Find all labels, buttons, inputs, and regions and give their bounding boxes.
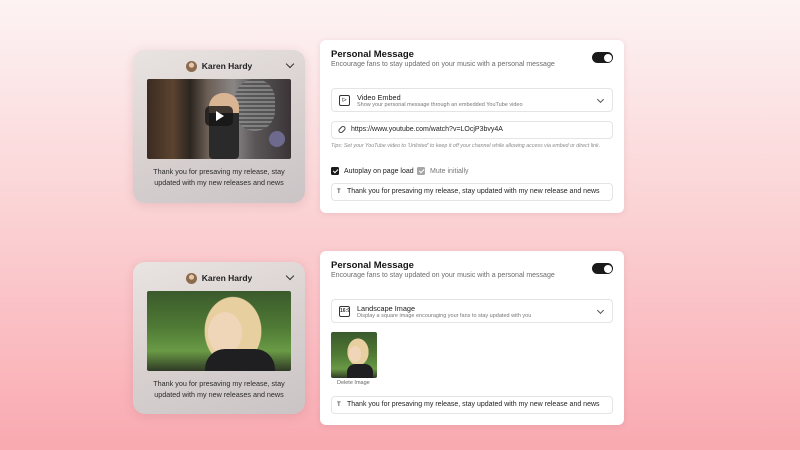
mute-label: Mute initially — [430, 167, 469, 175]
channel-badge — [269, 131, 285, 147]
chevron-down-icon — [596, 95, 605, 104]
media-type-select[interactable]: 16:9 Landscape Image Display a square im… — [331, 299, 613, 323]
video-player[interactable] — [147, 79, 291, 159]
text-icon: T — [337, 189, 341, 195]
select-title: Video Embed — [357, 93, 401, 102]
personal-message-toggle[interactable] — [592, 52, 613, 63]
link-icon — [337, 124, 347, 135]
message-input[interactable]: T Thank you for presaving my release, st… — [331, 183, 613, 201]
play-icon[interactable] — [205, 106, 233, 126]
chevron-down-icon — [596, 306, 605, 315]
checkbox-checked-icon[interactable] — [417, 167, 425, 175]
photo-subject — [347, 364, 373, 378]
personal-message-card-image: Personal Message Encourage fans to stay … — [320, 251, 624, 425]
preview-caption: Thank you for presaving my release, stay… — [153, 379, 285, 399]
landscape-image-icon: 16:9 — [339, 306, 350, 317]
preview-card-image: Karen Hardy Thank you for presaving my r… — [133, 262, 305, 414]
landscape-photo — [147, 291, 291, 371]
media-type-select[interactable]: ▷ Video Embed Show your personal message… — [331, 88, 613, 112]
personal-message-card-video: Personal Message Encourage fans to stay … — [320, 40, 624, 213]
video-embed-icon: ▷ — [339, 95, 350, 106]
text-icon: T — [337, 402, 341, 408]
preview-card-video: Karen Hardy Thank you for presaving my r… — [133, 50, 305, 203]
card-subtitle: Encourage fans to stay updated on your m… — [331, 272, 555, 279]
chevron-down-icon[interactable] — [285, 59, 295, 69]
message-value: Thank you for presaving my release, stay… — [347, 188, 600, 195]
chevron-down-icon[interactable] — [285, 271, 295, 281]
artist-name: Karen Hardy — [201, 61, 253, 71]
select-description: Show your personal message through an em… — [357, 102, 523, 108]
avatar — [185, 272, 197, 284]
message-value: Thank you for presaving my release, stay… — [347, 401, 600, 408]
youtube-url-input[interactable]: https://www.youtube.com/watch?v=LOcjP3bv… — [331, 121, 613, 139]
artist-name: Karen Hardy — [201, 273, 253, 283]
preview-header: Karen Hardy — [133, 59, 305, 73]
card-title: Personal Message — [331, 49, 414, 60]
preview-caption: Thank you for presaving my release, stay… — [153, 167, 285, 187]
autoplay-checkbox[interactable]: Autoplay on page load — [331, 167, 414, 175]
personal-message-toggle[interactable] — [592, 263, 613, 274]
image-thumbnail[interactable] — [331, 332, 377, 378]
delete-image-button[interactable]: Delete Image — [337, 380, 370, 386]
photo-subject — [205, 349, 275, 371]
mute-checkbox[interactable]: Mute initially — [417, 167, 469, 175]
person-image — [209, 93, 239, 159]
autoplay-label: Autoplay on page load — [344, 167, 414, 175]
message-input[interactable]: T Thank you for presaving my release, st… — [331, 396, 613, 414]
card-subtitle: Encourage fans to stay updated on your m… — [331, 61, 555, 68]
checkbox-checked-icon[interactable] — [331, 167, 339, 175]
url-value: https://www.youtube.com/watch?v=LOcjP3bv… — [351, 126, 503, 133]
avatar — [185, 60, 197, 72]
microphone-image — [235, 79, 275, 131]
tip-text: Tips: Set your YouTube video to 'Unliste… — [331, 143, 601, 149]
select-description: Display a square image encouraging your … — [357, 313, 532, 319]
preview-header: Karen Hardy — [133, 271, 305, 285]
select-title: Landscape Image — [357, 304, 416, 313]
card-title: Personal Message — [331, 260, 414, 271]
